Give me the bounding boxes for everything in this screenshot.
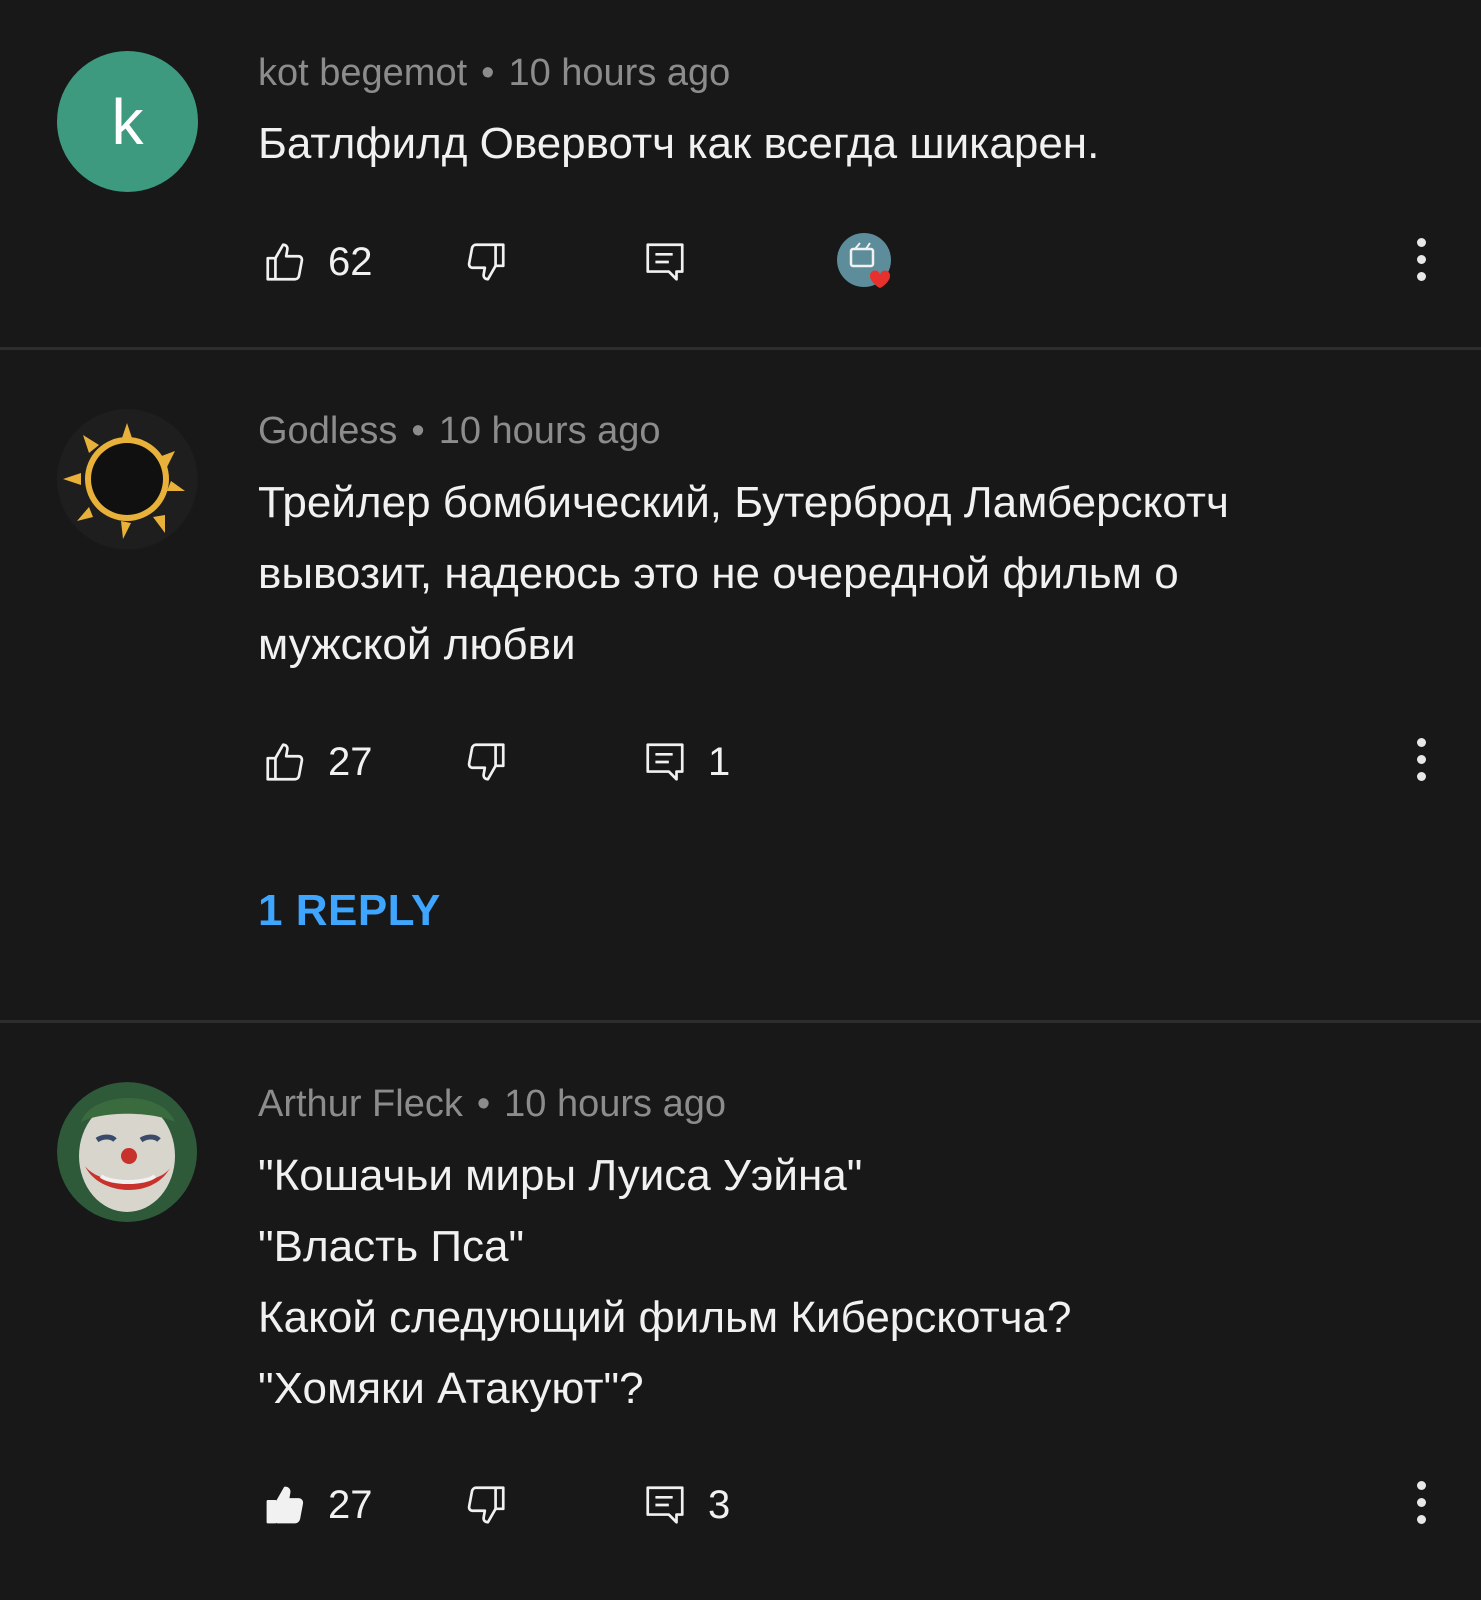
comment-meta: Godless • 10 hours ago [258, 410, 661, 453]
more-vert-icon [1416, 738, 1426, 747]
like-button[interactable]: 27 [262, 732, 373, 792]
separator: • [476, 1083, 491, 1125]
thumb-down-icon [467, 743, 505, 781]
timestamp[interactable]: 10 hours ago [439, 410, 661, 452]
comment-actions: 62 [0, 232, 1481, 292]
more-vert-icon [1416, 1481, 1426, 1490]
dislike-button[interactable] [463, 232, 509, 292]
avatar[interactable] [57, 409, 198, 550]
separator: • [481, 52, 495, 94]
sun-eclipse-avatar [57, 409, 197, 549]
reply-count: 1 [708, 739, 731, 784]
reply-icon [646, 243, 684, 281]
timestamp[interactable]: 10 hours ago [504, 1083, 726, 1125]
heart-icon [837, 233, 891, 288]
comment-actions: 27 3 [0, 1475, 1481, 1535]
thumb-up-icon [266, 743, 304, 781]
author-name[interactable]: Godless [258, 410, 397, 452]
like-count: 27 [328, 739, 373, 784]
author-name[interactable]: kot begemot [258, 52, 467, 94]
divider [0, 347, 1481, 350]
comment-text: "Кошачьи миры Луиса Уэйна" "Власть Пса" … [258, 1151, 1072, 1413]
dislike-button[interactable] [463, 1475, 509, 1535]
thumb-up-icon [266, 243, 304, 281]
like-button[interactable]: 62 [262, 232, 373, 292]
avatar[interactable] [57, 1082, 198, 1223]
reply-icon [646, 743, 684, 781]
timestamp[interactable]: 10 hours ago [508, 52, 730, 94]
comment-meta: kot begemot • 10 hours ago [258, 52, 730, 95]
more-options-button[interactable] [1415, 232, 1427, 292]
thumb-up-filled-icon [266, 1486, 304, 1524]
reply-icon [646, 1486, 684, 1524]
avatar-letter: k [111, 85, 144, 158]
like-count: 62 [328, 239, 373, 284]
avatar[interactable]: k [57, 51, 198, 192]
joker-face-avatar [57, 1082, 197, 1222]
reply-button[interactable]: 3 [642, 1475, 730, 1535]
like-button[interactable]: 27 [262, 1475, 373, 1535]
divider [0, 1020, 1481, 1023]
thumb-down-icon [467, 1486, 505, 1524]
author-name[interactable]: Arthur Fleck [258, 1083, 463, 1125]
comment-text: Трейлер бомбический, Бутерброд Ламберско… [258, 478, 1229, 669]
comment-actions: 27 1 [0, 732, 1481, 792]
more-vert-icon [1416, 238, 1426, 247]
reply-count: 3 [708, 1482, 731, 1527]
reply-button[interactable]: 1 [642, 732, 730, 792]
dislike-button[interactable] [463, 732, 509, 792]
view-replies-link[interactable]: 1 REPLY [258, 886, 441, 936]
thumb-down-icon [467, 243, 505, 281]
more-options-button[interactable] [1415, 732, 1427, 792]
like-count: 27 [328, 1482, 373, 1527]
comment-text: Батлфилд Овервотч как всегда шикарен. [258, 119, 1100, 168]
reply-button[interactable] [642, 232, 688, 292]
comment-meta: Arthur Fleck • 10 hours ago [258, 1083, 726, 1126]
more-options-button[interactable] [1415, 1475, 1427, 1535]
creator-heart-badge[interactable] [836, 232, 896, 292]
separator: • [411, 410, 425, 452]
